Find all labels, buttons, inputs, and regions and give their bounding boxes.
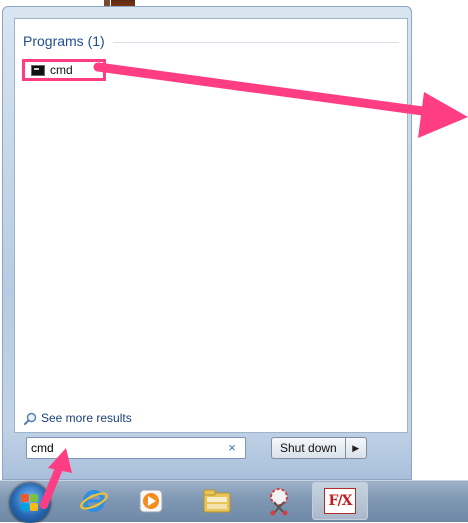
media-player-icon[interactable] — [134, 485, 168, 517]
chevron-right-icon: ▶ — [352, 442, 360, 453]
programs-header: Programs (1) — [23, 33, 399, 49]
magnifier-icon — [24, 412, 37, 425]
program-result-cmd[interactable]: cmd — [22, 59, 106, 81]
shutdown-options-button[interactable]: ▶ — [344, 437, 367, 459]
fx-app-taskbar-button[interactable]: F/X — [312, 482, 368, 520]
see-more-results-label: See more results — [41, 411, 132, 425]
shut-down-button[interactable]: Shut down — [271, 437, 345, 459]
command-prompt-icon — [31, 64, 45, 76]
windows-logo-icon — [21, 494, 39, 512]
see-more-results-link[interactable]: See more results — [24, 411, 132, 425]
start-menu: Programs (1) cmd See more results — [2, 6, 412, 480]
annotation-arrowhead-right — [418, 92, 468, 138]
search-input[interactable] — [27, 439, 225, 457]
programs-header-divider — [112, 41, 399, 43]
internet-explorer-icon[interactable] — [77, 485, 111, 517]
taskbar — [0, 480, 468, 522]
clear-search-icon[interactable]: × — [225, 441, 239, 455]
shutdown-split-button: Shut down ▶ — [271, 437, 367, 459]
search-results-pane: Programs (1) cmd See more results — [14, 18, 408, 433]
fx-app-icon: F/X — [324, 488, 356, 514]
program-result-label: cmd — [50, 63, 73, 77]
snipping-tool-icon[interactable] — [262, 485, 296, 517]
start-button[interactable] — [10, 483, 50, 523]
search-box: × — [26, 437, 246, 459]
file-explorer-icon[interactable] — [200, 485, 234, 517]
programs-header-label: Programs (1) — [23, 33, 105, 49]
